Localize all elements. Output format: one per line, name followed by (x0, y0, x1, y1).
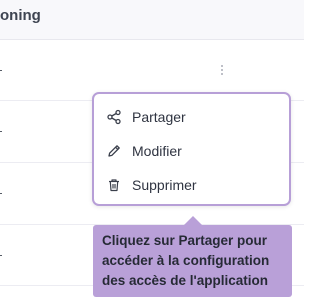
column-header-label: oning (0, 7, 41, 24)
row-actions-kebab-icon[interactable] (212, 60, 232, 80)
onboarding-tooltip: Cliquez sur Partager pour accéder à la c… (93, 225, 292, 297)
menu-item-delete-label: Supprimer (132, 177, 197, 193)
menu-item-share[interactable]: Partager (106, 106, 186, 128)
row-cell-dash (0, 255, 2, 256)
pencil-icon (106, 143, 122, 159)
actions-menu: Partager Modifier Supprimer (92, 92, 291, 206)
share-icon (106, 109, 122, 125)
menu-item-edit-label: Modifier (132, 143, 182, 159)
menu-item-edit[interactable]: Modifier (106, 140, 182, 162)
trash-icon (106, 177, 122, 193)
row-cell-dash (0, 70, 2, 71)
table-header: oning (0, 0, 304, 40)
menu-item-delete[interactable]: Supprimer (106, 174, 197, 196)
menu-item-share-label: Partager (132, 109, 186, 125)
tooltip-arrow (184, 216, 202, 225)
row-cell-dash (0, 131, 2, 132)
row-cell-dash (0, 193, 2, 194)
